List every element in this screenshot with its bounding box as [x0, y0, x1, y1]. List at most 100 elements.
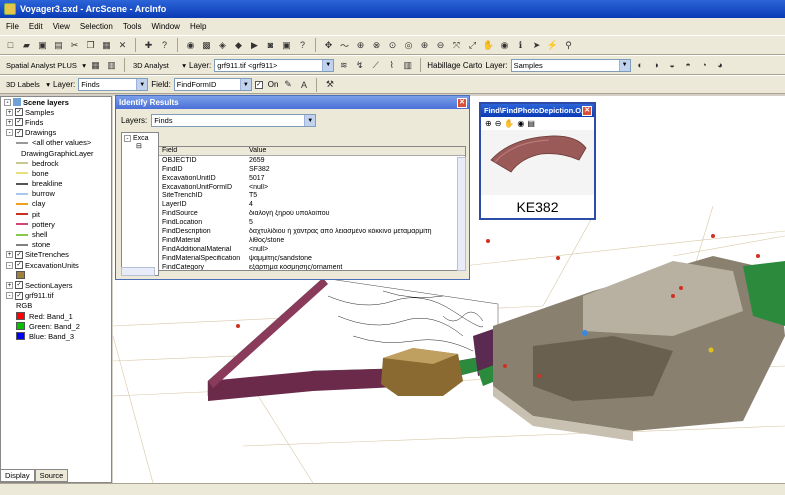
toc-item[interactable]: - ✓ grf911.tif — [1, 291, 111, 301]
zoom-layer-icon[interactable]: ⤢ — [466, 39, 479, 52]
table-row[interactable]: ExcavationUnitFormID <null> — [159, 183, 465, 192]
layer-visibility-checkbox[interactable]: ✓ — [15, 261, 23, 270]
add-data-icon[interactable]: ✚ — [142, 39, 155, 52]
labels-layer-dropdown[interactable]: Finds ▼ — [78, 78, 149, 91]
toc-item[interactable]: pottery — [1, 219, 111, 229]
toc-item[interactable]: pit — [1, 209, 111, 219]
new-icon[interactable]: □ — [4, 39, 17, 52]
menu-edit[interactable]: Edit — [29, 22, 43, 31]
report-icon[interactable]: ◕ — [714, 59, 727, 72]
pan-icon[interactable]: ✋ — [482, 39, 495, 52]
help-icon[interactable]: ? — [158, 39, 171, 52]
collapse-icon[interactable]: - — [6, 261, 13, 269]
profile-icon[interactable]: ⌇ — [385, 59, 398, 72]
table-row[interactable]: FindAdditionalMaterial <null> — [159, 245, 465, 254]
arctoolbox-icon[interactable]: ▩ — [200, 39, 213, 52]
toc-item[interactable]: shell — [1, 229, 111, 239]
toc-item[interactable]: + ✓ SectionLayers — [1, 280, 111, 290]
center-icon[interactable]: ⊗ — [370, 39, 383, 52]
field-dropdown[interactable]: FindFormID ▼ — [173, 78, 252, 91]
tree-node[interactable]: - Exca — [122, 133, 158, 142]
layer-visibility-checkbox[interactable]: ✓ — [15, 118, 23, 127]
toc-item[interactable]: breakline — [1, 179, 111, 189]
toc-item[interactable]: + ✓ Finds — [1, 117, 111, 127]
table-row[interactable]: LayerID 4 — [159, 200, 465, 209]
col-value-header[interactable]: Value — [249, 147, 465, 154]
3d-labels-menu[interactable]: 3D Labels ▾ — [4, 78, 50, 91]
copy-icon[interactable]: ❐ — [84, 39, 97, 52]
tree-scrollbar[interactable] — [121, 267, 155, 276]
on-checkbox[interactable]: ✓ — [254, 80, 263, 89]
toc-item[interactable]: + ✓ Samples — [1, 107, 111, 117]
tool-icon[interactable]: ⚒ — [323, 78, 336, 91]
navigate-icon[interactable]: ✥ — [322, 39, 335, 52]
animation-icon[interactable]: ▶ — [248, 39, 261, 52]
label-style-icon[interactable]: ✎ — [281, 78, 294, 91]
globe-icon[interactable]: ◉ — [517, 119, 524, 128]
toc-item[interactable]: Red: Band_1 — [1, 311, 111, 321]
label-tool-icon[interactable]: ◑ — [650, 59, 663, 72]
menu-view[interactable]: View — [53, 22, 70, 31]
camera-icon[interactable]: ◙ — [264, 39, 277, 52]
toc-item[interactable]: bone — [1, 168, 111, 178]
identify-layers-dropdown[interactable]: Finds ▼ — [151, 114, 317, 127]
contour-icon[interactable]: ≋ — [337, 59, 350, 72]
overlay-icon[interactable]: ◒ — [666, 59, 679, 72]
graph-icon[interactable]: ◔ — [698, 59, 711, 72]
menu-window[interactable]: Window — [152, 22, 180, 31]
layer-visibility-checkbox[interactable]: ✓ — [15, 250, 23, 259]
menu-file[interactable]: File — [6, 22, 19, 31]
table-row[interactable]: FindMaterial λίθος/stone — [159, 236, 465, 245]
toc-item[interactable]: - ✓ Drawings — [1, 128, 111, 138]
globe-icon[interactable]: ◉ — [184, 39, 197, 52]
menu-help[interactable]: Help — [190, 22, 206, 31]
table-row[interactable]: OBJECTID 2659 — [159, 156, 465, 165]
print-icon[interactable]: ▤ — [527, 119, 535, 128]
expand-icon[interactable]: + — [6, 251, 13, 259]
open-icon[interactable]: ▰ — [20, 39, 33, 52]
toc-item[interactable]: RGB — [1, 301, 111, 311]
full-extent-icon[interactable]: ⤧ — [450, 39, 463, 52]
layers-icon[interactable]: ◈ — [216, 39, 229, 52]
samples-layer-dropdown[interactable]: Samples ▼ — [510, 58, 631, 72]
zoom-out-icon[interactable]: ⊖ — [495, 119, 502, 128]
tab-display[interactable]: Display — [0, 469, 35, 482]
layer-visibility-checkbox[interactable]: ✓ — [15, 128, 23, 137]
menu-selection[interactable]: Selection — [80, 22, 113, 31]
paste-icon[interactable]: ▦ — [100, 39, 113, 52]
toc-item[interactable]: clay — [1, 199, 111, 209]
cut-icon[interactable]: ✂ — [68, 39, 81, 52]
toc-item[interactable]: burrow — [1, 189, 111, 199]
3d-analyst-menu[interactable]: 3D Analyst ▾ — [131, 59, 186, 72]
line-of-sight-icon[interactable]: ⟋ — [369, 59, 382, 72]
full-scene-icon[interactable]: ◉ — [498, 39, 511, 52]
table-row[interactable]: FindSource διαλογή ξηρού υπολοίπου — [159, 209, 465, 218]
spatial-analyst-menu[interactable]: Spatial Analyst PLUS ▾ — [4, 59, 86, 72]
close-icon[interactable]: ✕ — [582, 105, 592, 116]
save-icon[interactable]: ▣ — [36, 39, 49, 52]
toc-item[interactable]: + ✓ SiteTrenches — [1, 250, 111, 260]
toc-item[interactable]: stone — [1, 240, 111, 250]
toc-item[interactable]: <all other values> — [1, 138, 111, 148]
collapse-icon[interactable]: - — [6, 292, 13, 300]
toc-item[interactable]: Blue: Band_3 — [1, 331, 111, 341]
select-icon[interactable]: ➤ — [530, 39, 543, 52]
tab-source[interactable]: Source — [34, 469, 69, 482]
binoculars-icon[interactable]: ⚲ — [562, 39, 575, 52]
table-row[interactable]: FindCategory εξάρτημα κόσμησης/ornament — [159, 263, 465, 270]
target-icon[interactable]: ⊕ — [354, 39, 367, 52]
pan-icon[interactable]: ✋ — [504, 119, 514, 128]
raster-calculator-icon[interactable]: ▦ — [89, 59, 102, 72]
scene-props-icon[interactable]: ◆ — [232, 39, 245, 52]
hyperlink-icon[interactable]: ⚡ — [546, 39, 559, 52]
zoom-target-icon[interactable]: ⊙ — [386, 39, 399, 52]
grid-scrollbar[interactable] — [457, 157, 466, 271]
layer-dropdown[interactable]: grf911.tif <grf911> ▼ — [214, 58, 335, 72]
col-field-header[interactable]: Field — [159, 147, 249, 154]
table-row[interactable]: FindID SF382 — [159, 165, 465, 174]
symbology-icon[interactable]: ◐ — [634, 59, 647, 72]
collapse-icon[interactable]: - — [6, 129, 13, 137]
layer-visibility-checkbox[interactable]: ✓ — [15, 108, 23, 117]
identify-icon[interactable]: ℹ — [514, 39, 527, 52]
collapse-icon[interactable]: - — [4, 98, 11, 106]
